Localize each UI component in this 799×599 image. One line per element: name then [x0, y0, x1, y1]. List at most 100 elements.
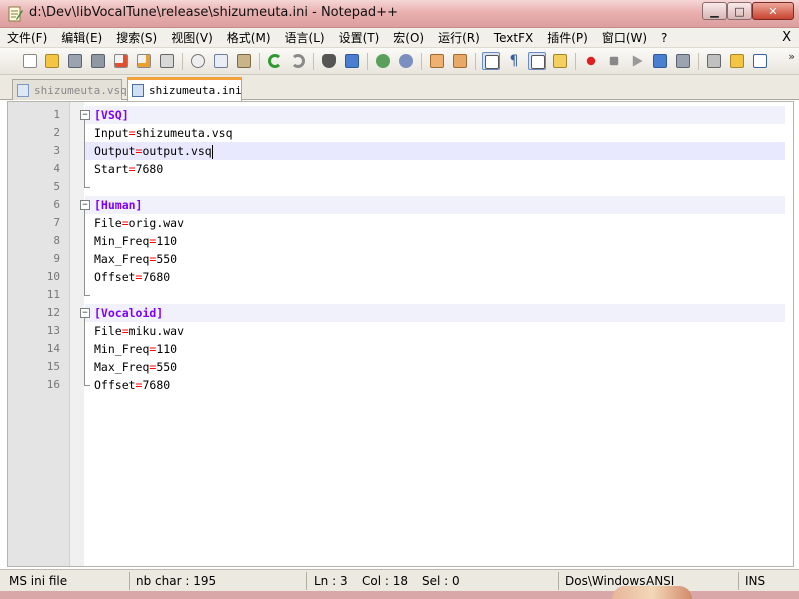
- line-text: [VSQ]: [94, 106, 129, 124]
- menu-macro[interactable]: 宏(O): [386, 29, 431, 46]
- code-line[interactable]: 14 Min_Freq=110: [8, 340, 793, 358]
- status-selection: Sel : 0: [422, 574, 460, 588]
- status-language: MS ini file: [9, 574, 68, 588]
- section-header-line[interactable]: 6 − [Human]: [8, 196, 793, 214]
- save-all-icon[interactable]: [89, 52, 107, 70]
- ini-key: Max_Freq: [94, 252, 150, 266]
- user-defined-language-icon[interactable]: [551, 52, 569, 70]
- menu-bar: 文件(F) 编辑(E) 搜索(S) 视图(V) 格式(M) 语言(L) 设置(T…: [0, 28, 799, 48]
- undo-icon[interactable]: [266, 52, 284, 70]
- menu-search[interactable]: 搜索(S): [109, 29, 164, 46]
- maximize-button[interactable]: □: [727, 2, 752, 20]
- code-line[interactable]: 3 Output=output.vsq: [8, 142, 793, 160]
- code-line[interactable]: 2 Input=shizumeuta.vsq: [8, 124, 793, 142]
- word-wrap-icon[interactable]: [482, 52, 500, 70]
- tab-label: shizumeuta.vsq: [34, 83, 127, 97]
- line-number: 8: [53, 234, 60, 247]
- folder-icon[interactable]: [728, 52, 746, 70]
- console-icon[interactable]: [751, 52, 769, 70]
- tab-shizumeuta-vsq[interactable]: shizumeuta.vsq: [12, 79, 127, 100]
- save-icon[interactable]: [66, 52, 84, 70]
- new-file-icon[interactable]: [21, 52, 39, 70]
- ini-value: 110: [156, 234, 178, 248]
- line-number: 13: [46, 324, 60, 337]
- code-line[interactable]: 15 Max_Freq=550: [8, 358, 793, 376]
- paste-icon[interactable]: [235, 52, 253, 70]
- record-macro-icon[interactable]: [582, 52, 600, 70]
- tab-shizumeuta-ini[interactable]: shizumeuta.ini: [127, 77, 242, 101]
- code-line[interactable]: 4 Start=7680: [8, 160, 793, 178]
- ini-value: output.vsq: [142, 144, 212, 158]
- menu-window[interactable]: 窗口(W): [595, 29, 654, 46]
- section-header-line[interactable]: 12 − [Vocaloid]: [8, 304, 793, 322]
- tab-label: shizumeuta.ini: [149, 84, 242, 97]
- line-number: 7: [53, 216, 60, 229]
- close-document-button[interactable]: X: [782, 30, 791, 45]
- menu-view[interactable]: 视图(V): [164, 29, 220, 46]
- sync-horizontal-icon[interactable]: [451, 52, 469, 70]
- fold-toggle-icon[interactable]: −: [80, 308, 90, 318]
- close-file-icon[interactable]: [112, 52, 130, 70]
- minimize-button[interactable]: ▁: [702, 2, 727, 20]
- close-window-button[interactable]: ✕: [752, 2, 794, 20]
- code-line[interactable]: 5: [8, 178, 793, 196]
- copy-icon[interactable]: [212, 52, 230, 70]
- redo-icon[interactable]: [289, 52, 307, 70]
- line-text: Max_Freq=550: [94, 358, 177, 376]
- code-line[interactable]: 11: [8, 286, 793, 304]
- find-icon[interactable]: [320, 52, 338, 70]
- code-line[interactable]: 16 Offset=7680: [8, 376, 793, 394]
- play-macro-multiple-icon[interactable]: [651, 52, 669, 70]
- menu-settings[interactable]: 设置(T): [332, 29, 387, 46]
- line-text: Min_Freq=110: [94, 232, 177, 250]
- cut-icon[interactable]: [189, 52, 207, 70]
- replace-icon[interactable]: [343, 52, 361, 70]
- fold-end-mark: [84, 187, 90, 188]
- line-number: 16: [46, 378, 60, 391]
- line-highlight: [85, 196, 785, 214]
- menu-file[interactable]: 文件(F): [0, 29, 54, 46]
- text-editor[interactable]: 1− [VSQ] 2 Input=shizumeuta.vsq 3 Output=outp…: [7, 101, 794, 567]
- fold-toggle-icon[interactable]: −: [80, 110, 90, 120]
- menu-help[interactable]: ?: [654, 31, 674, 45]
- print-icon[interactable]: [158, 52, 176, 70]
- open-file-icon[interactable]: [43, 52, 61, 70]
- code-line[interactable]: 9 Max_Freq=550: [8, 250, 793, 268]
- line-number: 9: [53, 252, 60, 265]
- save-macro-icon[interactable]: [674, 52, 692, 70]
- play-macro-icon[interactable]: [628, 52, 646, 70]
- close-all-icon[interactable]: [135, 52, 153, 70]
- ini-key: File: [94, 324, 122, 338]
- menu-run[interactable]: 运行(R): [431, 29, 487, 46]
- stop-macro-icon[interactable]: [605, 52, 623, 70]
- section-header-line[interactable]: 1 − [VSQ]: [8, 106, 793, 124]
- fold-toggle-icon[interactable]: −: [80, 200, 90, 210]
- fold-end-mark: [84, 295, 90, 296]
- toolbar-overflow-button[interactable]: »: [788, 50, 795, 63]
- fold-guide-line: [84, 318, 85, 385]
- indent-guide-icon[interactable]: [528, 52, 546, 70]
- ini-value: 550: [156, 360, 178, 374]
- code-line[interactable]: 10 Offset=7680: [8, 268, 793, 286]
- menu-edit[interactable]: 编辑(E): [54, 29, 109, 46]
- menu-textfx[interactable]: TextFX: [487, 31, 540, 45]
- line-text: Min_Freq=110: [94, 340, 177, 358]
- fold-guide-line: [84, 210, 85, 295]
- code-line[interactable]: 13 File=miku.wav: [8, 322, 793, 340]
- title-bar: d:\Dev\libVocalTune\release\shizumeuta.i…: [0, 0, 799, 28]
- code-line[interactable]: 7 File=orig.wav: [8, 214, 793, 232]
- notepad-plus-plus-icon: [8, 6, 23, 22]
- plugin-tool-icon[interactable]: [705, 52, 723, 70]
- sync-vertical-icon[interactable]: [428, 52, 446, 70]
- line-text: Input=shizumeuta.vsq: [94, 124, 233, 142]
- ini-value: 7680: [142, 378, 171, 392]
- menu-format[interactable]: 格式(M): [220, 29, 278, 46]
- show-all-characters-icon[interactable]: ¶: [505, 52, 523, 70]
- zoom-out-icon[interactable]: [397, 52, 415, 70]
- code-line[interactable]: 8 Min_Freq=110: [8, 232, 793, 250]
- file-tab-icon: [132, 84, 144, 97]
- toolbar-separator: [475, 53, 476, 70]
- menu-language[interactable]: 语言(L): [278, 29, 332, 46]
- zoom-in-icon[interactable]: [374, 52, 392, 70]
- menu-plugins[interactable]: 插件(P): [540, 29, 595, 46]
